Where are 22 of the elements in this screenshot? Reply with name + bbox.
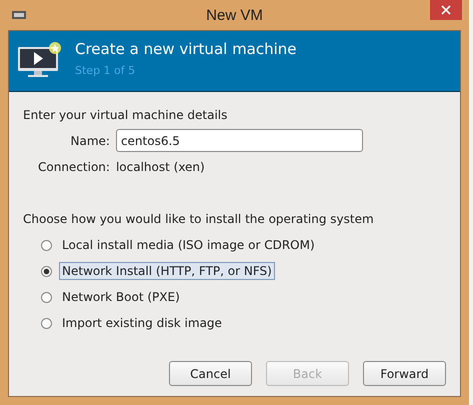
radio-button[interactable] [41, 266, 52, 276]
radio-label[interactable]: Network Install (HTTP, FTP, or NFS) [59, 262, 275, 280]
dialog-button[interactable]: Forward [363, 361, 446, 386]
close-icon [441, 5, 451, 15]
connection-value: localhost (xen) [116, 160, 206, 174]
radio-button[interactable] [41, 292, 52, 302]
connection-label: Connection: [38, 160, 110, 174]
window-title: New VM [206, 6, 263, 24]
name-field[interactable]: centos6.5 [116, 129, 363, 152]
close-button[interactable] [430, 0, 462, 20]
wizard-title: Create a new virtual machine [75, 40, 297, 58]
radio-button[interactable] [41, 318, 52, 328]
dialog-button[interactable]: Cancel [169, 361, 252, 386]
radio-label[interactable]: Import existing disk image [59, 314, 225, 332]
section-heading: Choose how you would like to install the operating system [23, 212, 375, 226]
name-label: Name: [70, 134, 110, 148]
radio-label[interactable]: Local install media (ISO image or CDROM) [59, 236, 318, 254]
step-indicator: Step 1 of 5 [75, 64, 136, 76]
app-icon [12, 10, 26, 20]
radio-button[interactable] [41, 240, 52, 250]
section-heading: Enter your virtual machine details [23, 108, 228, 122]
radio-label[interactable]: Network Boot (PXE) [59, 288, 183, 306]
